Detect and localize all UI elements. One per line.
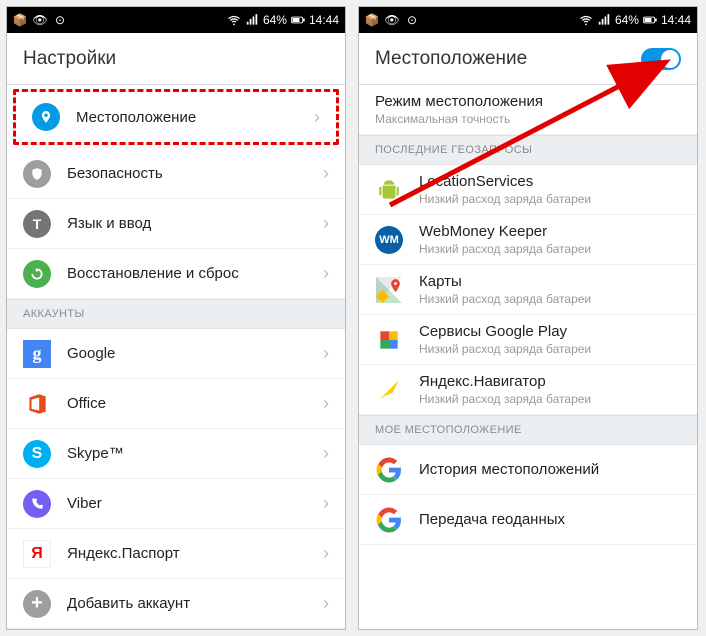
clock-text: 14:44 <box>309 13 339 27</box>
row-label: Передача геоданных <box>419 511 565 528</box>
account-item-skype[interactable]: S Skype™ › <box>7 429 345 479</box>
yandex-navigator-icon <box>375 376 403 404</box>
section-recent-requests: ПОСЛЕДНИЕ ГЕОЗАПРОСЫ <box>359 135 697 165</box>
chevron-right-icon: › <box>323 543 329 564</box>
section-accounts: АККАУНТЫ <box>7 299 345 329</box>
status-bar: 📦 👁 ⊙ 64% 14:44 <box>359 7 697 33</box>
row-label: Режим местоположения <box>375 93 543 110</box>
battery-icon <box>291 13 305 27</box>
row-label: Восстановление и сброс <box>67 265 239 282</box>
clock-text: 14:44 <box>661 13 691 27</box>
row-sublabel: Низкий расход заряда батареи <box>419 242 591 256</box>
settings-item-language[interactable]: T Язык и ввод › <box>7 199 345 249</box>
section-my-location: МОЕ МЕСТОПОЛОЖЕНИЕ <box>359 415 697 445</box>
battery-icon <box>643 13 657 27</box>
chevron-right-icon: › <box>323 263 329 284</box>
wifi-icon <box>227 13 241 27</box>
row-label: История местоположений <box>419 461 599 478</box>
yandex-icon: Я <box>23 540 51 568</box>
wifi-icon <box>579 13 593 27</box>
google-g-icon <box>375 506 403 534</box>
row-label: Местоположение <box>76 109 196 126</box>
account-item-yandex[interactable]: Я Яндекс.Паспорт › <box>7 529 345 579</box>
row-label: Язык и ввод <box>67 215 151 232</box>
row-label: Office <box>67 395 106 412</box>
skype-icon: S <box>23 440 51 468</box>
screen-title-text: Настройки <box>23 48 116 70</box>
chevron-right-icon: › <box>323 393 329 414</box>
row-label: Добавить аккаунт <box>67 595 190 612</box>
row-label: Google <box>67 345 115 362</box>
chevron-right-icon: › <box>314 107 320 128</box>
add-icon: + <box>23 590 51 618</box>
google-maps-icon <box>375 276 403 304</box>
app-row-locationservices[interactable]: LocationServices Низкий расход заряда ба… <box>359 165 697 215</box>
account-item-google[interactable]: g Google › <box>7 329 345 379</box>
notif-icon-2: ⊙ <box>53 13 67 27</box>
app-row-yandex-navigator[interactable]: Яндекс.Навигатор Низкий расход заряда ба… <box>359 365 697 415</box>
eye-icon: 👁 <box>385 13 399 27</box>
location-pin-icon <box>32 103 60 131</box>
webmoney-icon: WM <box>375 226 403 254</box>
row-label: Skype™ <box>67 445 124 462</box>
phone-right: 📦 👁 ⊙ 64% 14:44 Местоположение Режим мес… <box>358 6 698 630</box>
settings-item-backup[interactable]: Восстановление и сброс › <box>7 249 345 299</box>
settings-item-security[interactable]: Безопасность › <box>7 149 345 199</box>
restore-icon <box>23 260 51 288</box>
row-label: Сервисы Google Play <box>419 323 591 340</box>
settings-item-location[interactable]: Местоположение › <box>16 92 336 142</box>
chevron-right-icon: › <box>323 443 329 464</box>
row-sublabel: Максимальная точность <box>375 112 510 126</box>
location-toggle[interactable] <box>641 48 681 70</box>
screen-title: Настройки <box>7 33 345 85</box>
battery-text: 64% <box>615 13 639 27</box>
app-row-play-services[interactable]: Сервисы Google Play Низкий расход заряда… <box>359 315 697 365</box>
row-sublabel: Низкий расход заряда батареи <box>419 292 591 306</box>
language-icon: T <box>23 210 51 238</box>
row-label: Яндекс.Паспорт <box>67 545 180 562</box>
android-icon <box>375 176 403 204</box>
row-label: LocationServices <box>419 173 591 190</box>
location-mode-row[interactable]: Режим местоположения Максимальная точнос… <box>359 85 697 135</box>
office-icon <box>23 390 51 418</box>
play-services-icon <box>375 326 403 354</box>
row-sublabel: Низкий расход заряда батареи <box>419 192 591 206</box>
notif-icon-2: ⊙ <box>405 13 419 27</box>
highlighted-row: Местоположение › <box>13 89 339 145</box>
account-item-add[interactable]: + Добавить аккаунт › <box>7 579 345 629</box>
google-g-icon <box>375 456 403 484</box>
chevron-right-icon: › <box>323 213 329 234</box>
row-label: Карты <box>419 273 591 290</box>
account-item-office[interactable]: Office › <box>7 379 345 429</box>
chevron-right-icon: › <box>323 593 329 614</box>
app-row-maps[interactable]: Карты Низкий расход заряда батареи <box>359 265 697 315</box>
eye-icon: 👁 <box>33 13 47 27</box>
battery-text: 64% <box>263 13 287 27</box>
row-sublabel: Низкий расход заряда батареи <box>419 392 591 406</box>
my-location-history[interactable]: История местоположений <box>359 445 697 495</box>
google-icon: g <box>23 340 51 368</box>
shield-icon <box>23 160 51 188</box>
row-sublabel: Низкий расход заряда батареи <box>419 342 591 356</box>
row-label: WebMoney Keeper <box>419 223 591 240</box>
signal-icon <box>245 13 259 27</box>
account-item-viber[interactable]: Viber › <box>7 479 345 529</box>
screen-title: Местоположение <box>359 33 697 85</box>
row-label: Безопасность <box>67 165 163 182</box>
row-label: Яндекс.Навигатор <box>419 373 591 390</box>
notif-icon: 📦 <box>13 13 27 27</box>
screen-title-text: Местоположение <box>375 48 527 70</box>
signal-icon <box>597 13 611 27</box>
chevron-right-icon: › <box>323 163 329 184</box>
chevron-right-icon: › <box>323 343 329 364</box>
status-bar: 📦 👁 ⊙ 64% 14:44 <box>7 7 345 33</box>
app-row-webmoney[interactable]: WM WebMoney Keeper Низкий расход заряда … <box>359 215 697 265</box>
phone-left: 📦 👁 ⊙ 64% 14:44 Настройки <box>6 6 346 630</box>
notif-icon: 📦 <box>365 13 379 27</box>
row-label: Viber <box>67 495 102 512</box>
chevron-right-icon: › <box>323 493 329 514</box>
viber-icon <box>23 490 51 518</box>
my-location-sharing[interactable]: Передача геоданных <box>359 495 697 545</box>
